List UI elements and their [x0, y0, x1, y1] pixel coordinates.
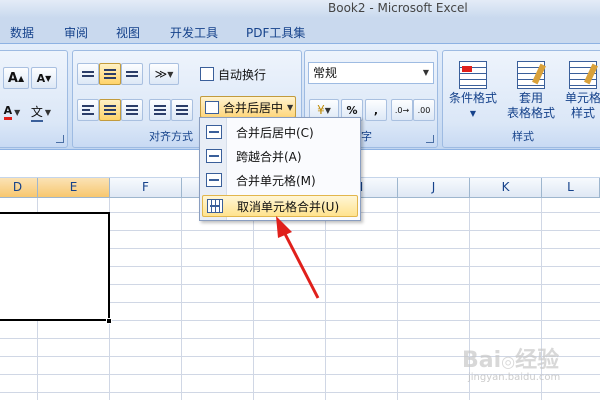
- baidu-watermark-url: jingyan.baidu.com: [468, 372, 561, 383]
- baidu-watermark-logo: Bai◎经验: [462, 348, 560, 373]
- annotation-arrow: [276, 216, 320, 299]
